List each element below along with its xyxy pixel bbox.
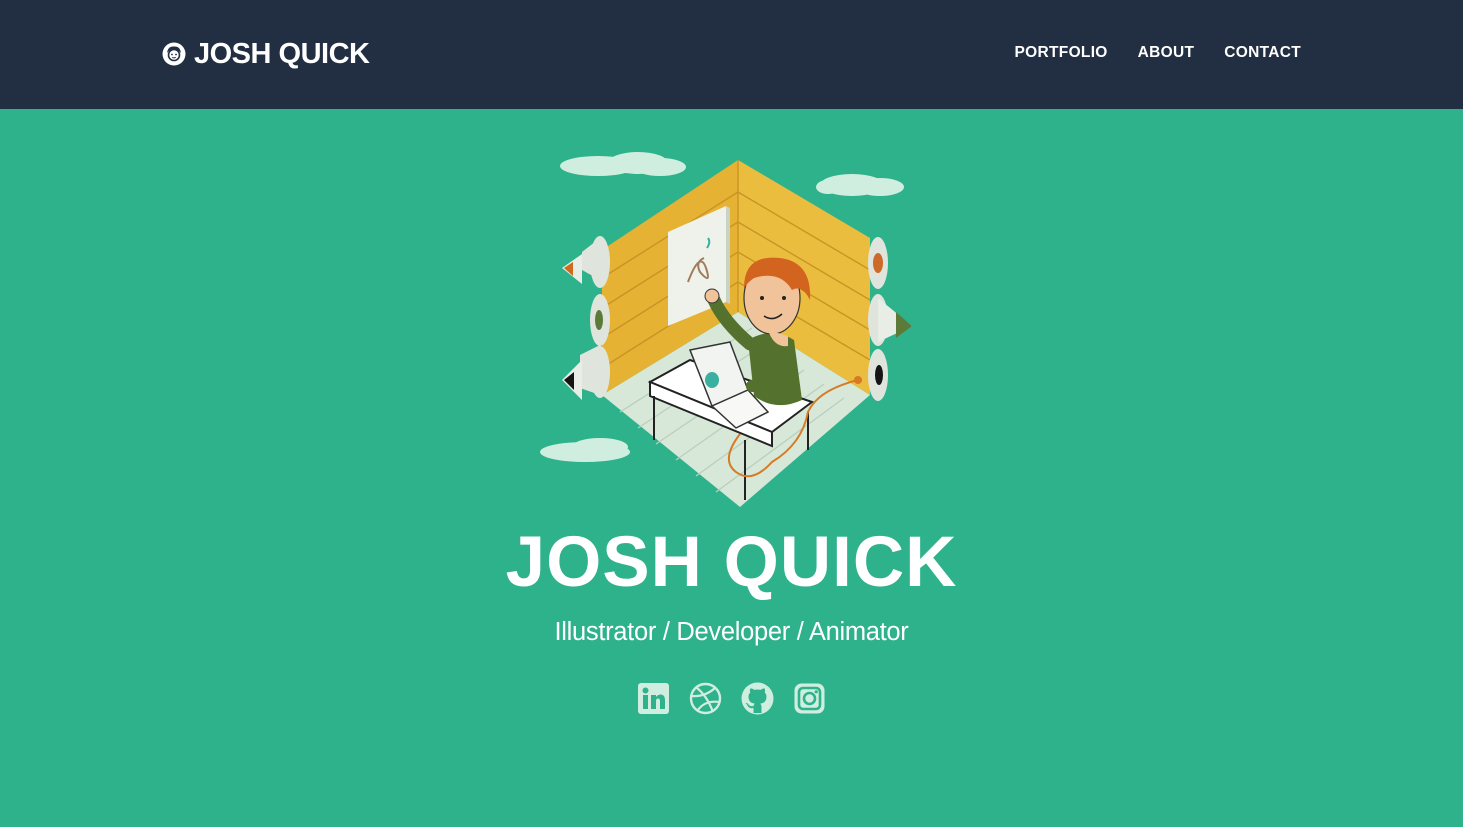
linkedin-link[interactable]: [637, 682, 670, 715]
brand-name: JOSH QUICK: [194, 37, 370, 70]
nav-contact[interactable]: CONTACT: [1224, 44, 1301, 62]
main-nav: PORTFOLIO ABOUT CONTACT: [1015, 44, 1301, 62]
hero-subtitle: Illustrator / Developer / Animator: [554, 618, 909, 646]
instagram-icon: [794, 683, 825, 714]
nav-about[interactable]: ABOUT: [1138, 44, 1195, 62]
dribbble-link[interactable]: [689, 682, 722, 715]
social-links: [0, 682, 1463, 715]
linkedin-icon: [638, 683, 669, 714]
avatar-logo-icon: [162, 42, 186, 66]
brand-link[interactable]: JOSH QUICK: [162, 36, 370, 72]
navbar: JOSH QUICK PORTFOLIO ABOUT CONTACT: [0, 0, 1463, 109]
instagram-link[interactable]: [793, 682, 826, 715]
nav-portfolio[interactable]: PORTFOLIO: [1015, 44, 1108, 62]
hero-title: JOSH QUICK: [505, 523, 958, 602]
hero-illustration: [540, 150, 930, 512]
github-link[interactable]: [741, 682, 774, 715]
github-icon: [741, 682, 774, 715]
dribbble-icon: [689, 682, 722, 715]
